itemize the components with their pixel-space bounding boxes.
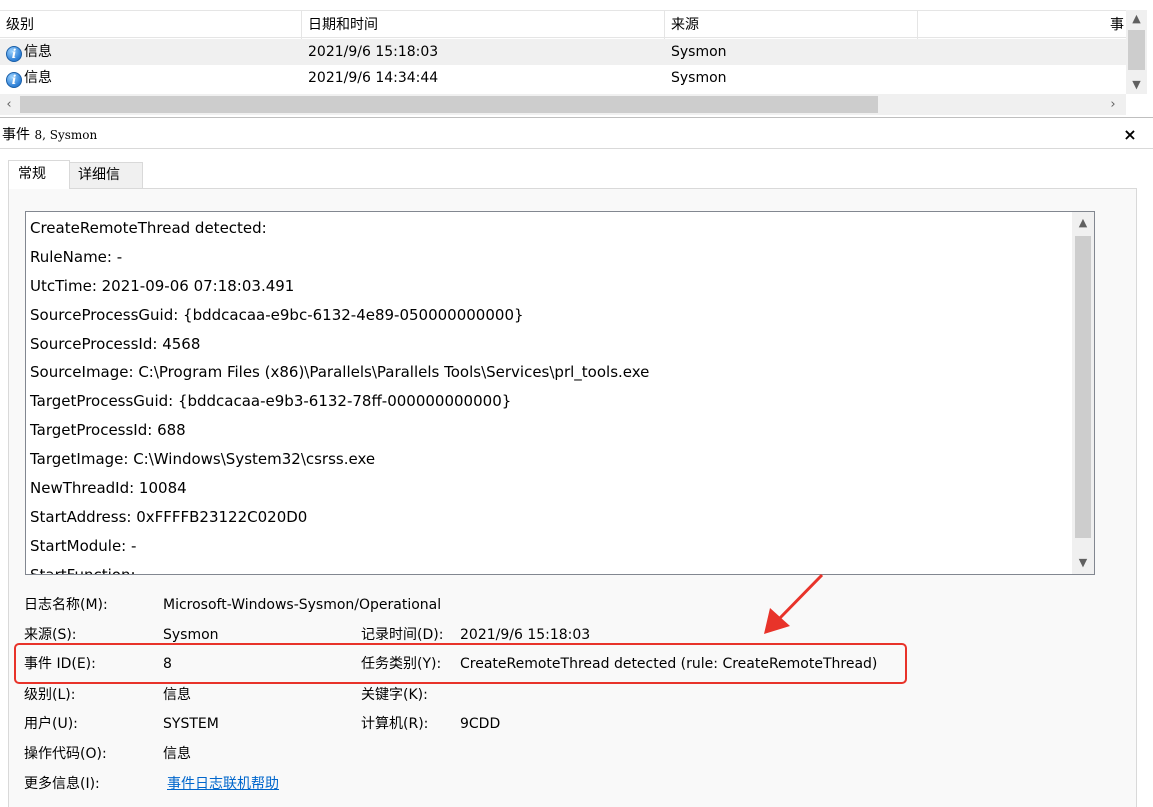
message-line: RuleName: - — [30, 247, 123, 266]
event-list[interactable]: 级别 日期和时间 来源 事 i 信息 2021/9/6 15:18:03 Sysm… — [0, 0, 1153, 118]
scrollbar-thumb[interactable] — [20, 96, 878, 113]
column-header-datetime[interactable]: 日期和时间 — [302, 11, 665, 39]
scroll-up-icon[interactable]: ▲ — [1126, 10, 1147, 28]
log-name-value[interactable]: Microsoft-Windows-Sysmon/Operational — [163, 594, 441, 616]
source-cell: Sysmon — [671, 70, 727, 86]
computer-label: 计算机(R): — [361, 716, 429, 732]
message-line: SourceImage: C:\Program Files (x86)\Para… — [30, 363, 650, 382]
source-cell: Sysmon — [671, 44, 727, 60]
message-line: StartFunction: - — [30, 565, 146, 575]
scroll-up-icon[interactable]: ▲ — [1072, 212, 1094, 234]
message-line: UtcTime: 2021-09-06 07:18:03.491 — [30, 276, 295, 295]
divider — [0, 148, 1153, 149]
online-help-link[interactable]: 事件日志联机帮助 — [167, 773, 279, 795]
info-icon: i — [6, 72, 22, 88]
column-header-level[interactable]: 级别 — [0, 11, 302, 39]
opcode-label: 操作代码(O): — [24, 746, 107, 762]
tab-general[interactable]: 常规 — [8, 160, 70, 189]
level-value[interactable]: 信息 — [163, 684, 191, 706]
table-row[interactable]: i 信息 2021/9/6 15:18:03 Sysmon — [0, 39, 1126, 65]
level-cell: i 信息 — [0, 39, 302, 65]
scrollbar-thumb[interactable] — [1075, 236, 1091, 538]
highlight-annotation-box — [14, 643, 907, 684]
scrollbar-thumb[interactable] — [1128, 30, 1145, 70]
datetime-cell: 2021/9/6 14:34:44 — [308, 70, 439, 86]
column-header-event-id[interactable]: 事 — [918, 11, 1126, 39]
message-line: StartAddress: 0xFFFFB23122C020D0 — [30, 507, 308, 526]
column-header-source[interactable]: 来源 — [665, 11, 918, 39]
log-name-label: 日志名称(M): — [24, 597, 108, 613]
column-header-row: 级别 日期和时间 来源 事 — [0, 10, 1126, 39]
computer-value[interactable]: 9CDD — [460, 713, 500, 735]
user-value[interactable]: SYSTEM — [163, 713, 219, 735]
event-list-vertical-scrollbar[interactable]: ▲ ▼ — [1126, 10, 1147, 94]
tab-details[interactable]: 详细信息 — [69, 162, 143, 208]
more-info-label: 更多信息(I): — [24, 776, 100, 792]
level-cell: i 信息 — [0, 65, 302, 91]
close-icon[interactable]: × — [1120, 124, 1140, 146]
message-line: SourceProcessId: 4568 — [30, 334, 201, 353]
message-line: StartModule: - — [30, 536, 137, 555]
scroll-down-icon[interactable]: ▼ — [1126, 76, 1147, 94]
event-list-horizontal-scrollbar[interactable]: ‹ › — [0, 94, 1126, 115]
message-vertical-scrollbar[interactable]: ▲ ▼ — [1072, 212, 1094, 574]
event-list-viewport: 级别 日期和时间 来源 事 i 信息 2021/9/6 15:18:03 Sysm… — [0, 10, 1126, 94]
message-line: TargetProcessId: 688 — [30, 421, 186, 440]
keywords-label: 关键字(K): — [361, 687, 428, 703]
event-message-textbox[interactable]: CreateRemoteThread detected: RuleName: -… — [25, 211, 1095, 575]
scroll-right-icon[interactable]: › — [1104, 94, 1122, 115]
message-line: TargetImage: C:\Windows\System32\csrss.e… — [30, 450, 376, 469]
message-line: TargetProcessGuid: {bddcacaa-e9b3-6132-7… — [30, 392, 512, 411]
message-line: CreateRemoteThread detected: — [30, 219, 267, 237]
event-message-text: CreateRemoteThread detected: RuleName: -… — [30, 214, 1070, 575]
message-line: SourceProcessGuid: {bddcacaa-e9bc-6132-4… — [30, 305, 524, 324]
level-label: 级别(L): — [24, 687, 76, 703]
opcode-value[interactable]: 信息 — [163, 743, 191, 765]
user-label: 用户(U): — [24, 716, 78, 732]
detail-pane-title: 事件 8, Sysmon — [2, 127, 98, 143]
table-row[interactable]: i 信息 2021/9/6 14:34:44 Sysmon — [0, 65, 1126, 91]
datetime-cell: 2021/9/6 15:18:03 — [308, 44, 439, 60]
message-line: NewThreadId: 10084 — [30, 479, 187, 498]
scroll-down-icon[interactable]: ▼ — [1072, 552, 1094, 574]
scroll-left-icon[interactable]: ‹ — [0, 94, 18, 115]
info-icon: i — [6, 46, 22, 62]
